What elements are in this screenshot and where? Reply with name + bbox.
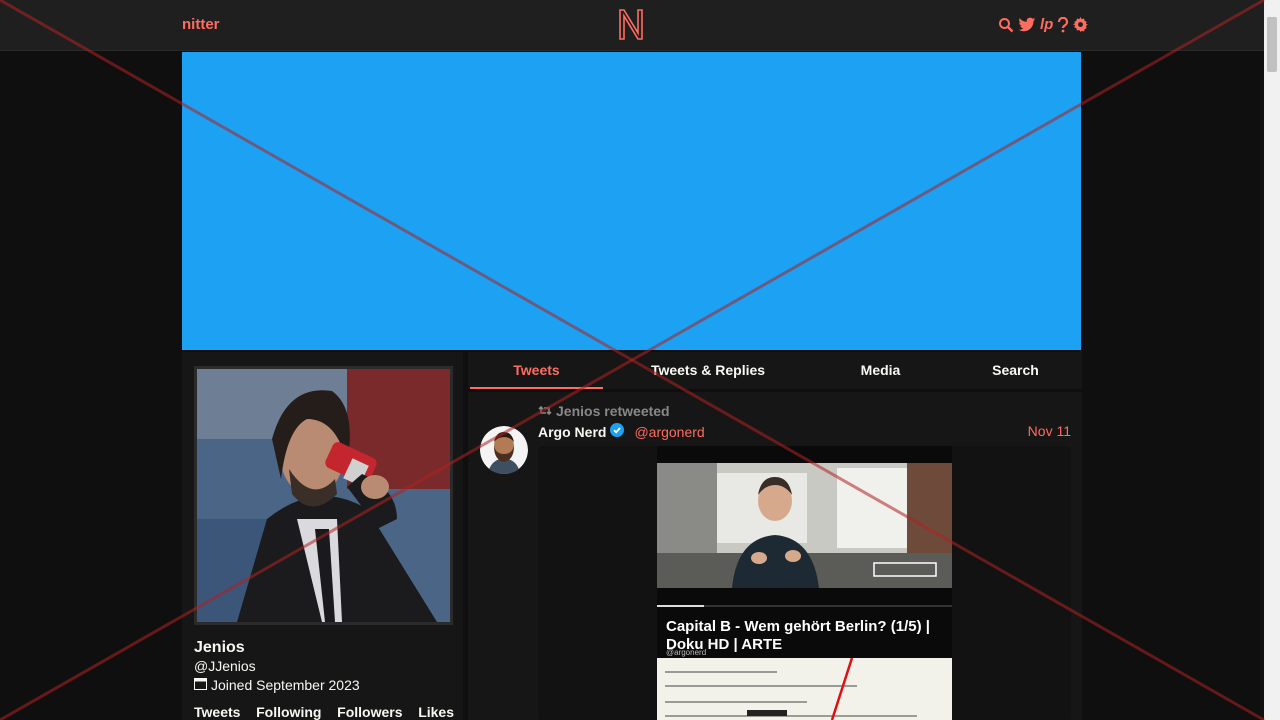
retweet-header: Jenios retweeted <box>538 403 670 419</box>
nitter-logo-icon[interactable] <box>617 7 645 46</box>
profile-avatar[interactable] <box>194 366 453 625</box>
joined-date: Joined September 2023 <box>211 677 360 693</box>
page-scrollbar[interactable] <box>1264 0 1280 720</box>
calendar-icon <box>194 677 207 693</box>
tweet-date[interactable]: Nov 11 <box>1028 423 1071 439</box>
video-document-frame <box>657 657 952 720</box>
video-handle: @argonerd <box>666 648 707 657</box>
brand-link[interactable]: nitter <box>182 16 220 33</box>
search-icon[interactable] <box>998 17 1014 33</box>
navbar: nitter lp <box>0 0 1264 51</box>
lp-icon[interactable]: lp <box>1040 16 1053 33</box>
help-icon[interactable] <box>1057 16 1069 33</box>
tweet-avatar[interactable] <box>480 426 528 474</box>
retweet-label: Jenios retweeted <box>556 403 670 419</box>
verified-icon <box>610 423 625 440</box>
video-thumbnail <box>657 463 952 588</box>
profile-fullname[interactable]: Jenios <box>194 639 245 657</box>
settings-gear-icon[interactable] <box>1073 17 1089 32</box>
profile-stats: Tweets Following Followers Likes <box>194 704 454 720</box>
tab-search[interactable]: Search <box>973 352 1058 389</box>
timeline-tabs: Tweets Tweets & Replies Media Search <box>468 352 1082 389</box>
stat-following[interactable]: Following <box>256 704 321 720</box>
video-title[interactable]: Capital B - Wem gehört Berlin? (1/5) | D… <box>666 618 946 654</box>
twitter-bird-icon[interactable] <box>1018 17 1036 33</box>
stat-followers[interactable]: Followers <box>337 704 402 720</box>
profile-card: Jenios @JJenios Joined September 2023 Tw… <box>182 352 463 720</box>
stat-likes[interactable]: Likes <box>418 704 454 720</box>
profile-joined: Joined September 2023 <box>194 677 360 693</box>
tweet-header: Argo Nerd @argonerd <box>538 423 705 440</box>
video-progress-fill <box>657 605 705 607</box>
tab-tweets[interactable]: Tweets <box>470 352 603 389</box>
profile-banner[interactable] <box>182 52 1081 350</box>
tab-media[interactable]: Media <box>838 352 923 389</box>
tweet-fullname[interactable]: Argo Nerd <box>538 424 606 440</box>
timeline: Jenios retweeted Argo Nerd @argonerd Nov… <box>468 392 1082 720</box>
scrollbar-thumb[interactable] <box>1267 17 1277 72</box>
retweet-icon <box>538 403 552 419</box>
tweet-username[interactable]: @argonerd <box>634 424 704 440</box>
tab-tweets-replies[interactable]: Tweets & Replies <box>638 352 778 389</box>
stat-tweets[interactable]: Tweets <box>194 704 240 720</box>
nav-icons: lp <box>998 16 1089 33</box>
profile-username[interactable]: @JJenios <box>194 658 256 674</box>
tweet-video[interactable]: Capital B - Wem gehört Berlin? (1/5) | D… <box>657 446 952 720</box>
video-progress[interactable] <box>657 605 952 607</box>
